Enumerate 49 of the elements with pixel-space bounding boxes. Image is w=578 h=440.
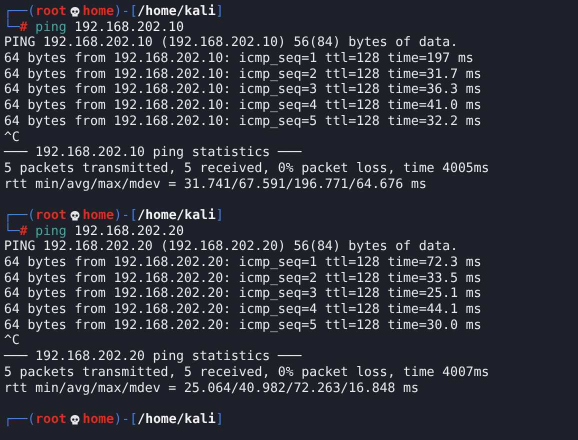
output-line: 64 bytes from 192.168.202.10: icmp_seq=2 ttl=128 time=31.7 ms xyxy=(4,66,482,82)
skull-icon xyxy=(68,210,81,222)
output-line: PING 192.168.202.20 (192.168.202.20) 56(84) bytes of data. xyxy=(4,239,458,256)
prompt-frame: )-[ xyxy=(114,4,138,20)
output-line: ─── 192.168.202.10 ping statistics ─── xyxy=(4,145,302,161)
prompt-frame: ┌──( xyxy=(4,4,36,20)
output-line: 64 bytes from 192.168.202.10: icmp_seq=4 ttl=128 time=41.0 ms xyxy=(4,98,482,114)
prompt-host: home xyxy=(82,412,114,428)
prompt-host: home xyxy=(82,4,114,20)
prompt-symbol: # xyxy=(20,20,28,36)
prompt-frame: ] xyxy=(216,208,224,224)
output-line: 64 bytes from 192.168.202.10: icmp_seq=3 ttl=128 time=36.3 ms xyxy=(4,82,482,98)
prompt-frame: ] xyxy=(216,4,224,20)
prompt-symbol: # xyxy=(20,224,28,240)
prompt-user: root xyxy=(35,4,67,20)
command-argument: 192.168.202.10 xyxy=(74,20,184,36)
output-line: 64 bytes from 192.168.202.20: icmp_seq=2 ttl=128 time=33.5 ms xyxy=(4,270,482,286)
output-line: 5 packets transmitted, 5 received, 0% packet loss, time 4005ms xyxy=(4,160,490,177)
output-line: 64 bytes from 192.168.202.10: icmp_seq=5 ttl=128 time=32.2 ms xyxy=(4,114,482,130)
output-line: ^C xyxy=(4,130,20,146)
output-line: 64 bytes from 192.168.202.20: icmp_seq=3 ttl=128 time=25.1 ms xyxy=(4,286,482,302)
output-line: rtt min/avg/max/mdev = 31.741/67.591/196.771/64.676 ms xyxy=(4,176,427,192)
output-line: 5 packets transmitted, 5 received, 0% packet loss, time 4007ms xyxy=(4,364,490,381)
output-line: ─── 192.168.202.20 ping statistics ─── xyxy=(4,349,302,365)
prompt-frame: ] xyxy=(216,412,224,428)
command-argument: 192.168.202.20 xyxy=(74,224,184,240)
prompt-frame: └─ xyxy=(4,224,20,240)
prompt-frame: )-[ xyxy=(114,208,138,224)
prompt-path: /home/kali xyxy=(137,4,216,20)
prompt-path: /home/kali xyxy=(137,208,216,224)
output-line: rtt min/avg/max/mdev = 25.064/40.982/72.263/16.848 ms xyxy=(4,380,419,396)
prompt-frame: ┌──( xyxy=(4,208,36,224)
prompt-host: home xyxy=(82,208,114,224)
skull-icon xyxy=(68,414,81,426)
prompt-user: root xyxy=(35,412,67,428)
command-name: ping xyxy=(35,224,67,240)
prompt-path: /home/kali xyxy=(137,412,216,428)
prompt-frame: )-[ xyxy=(114,412,138,428)
prompt-user: root xyxy=(35,208,67,224)
output-line: 64 bytes from 192.168.202.10: icmp_seq=1 ttl=128 time=197 ms xyxy=(4,51,474,67)
output-line: PING 192.168.202.10 (192.168.202.10) 56(84) bytes of data. xyxy=(4,35,458,52)
skull-icon xyxy=(68,6,81,18)
command-name: ping xyxy=(35,20,67,36)
output-line: 64 bytes from 192.168.202.20: icmp_seq=1 ttl=128 time=72.3 ms xyxy=(4,255,482,271)
prompt-frame: ┌──( xyxy=(4,412,36,428)
output-line: ^C xyxy=(4,333,20,350)
output-line: 64 bytes from 192.168.202.20: icmp_seq=4 ttl=128 time=44.1 ms xyxy=(4,302,482,318)
output-line: 64 bytes from 192.168.202.20: icmp_seq=5 ttl=128 time=30.0 ms xyxy=(4,318,482,334)
prompt-frame: └─ xyxy=(4,20,20,36)
